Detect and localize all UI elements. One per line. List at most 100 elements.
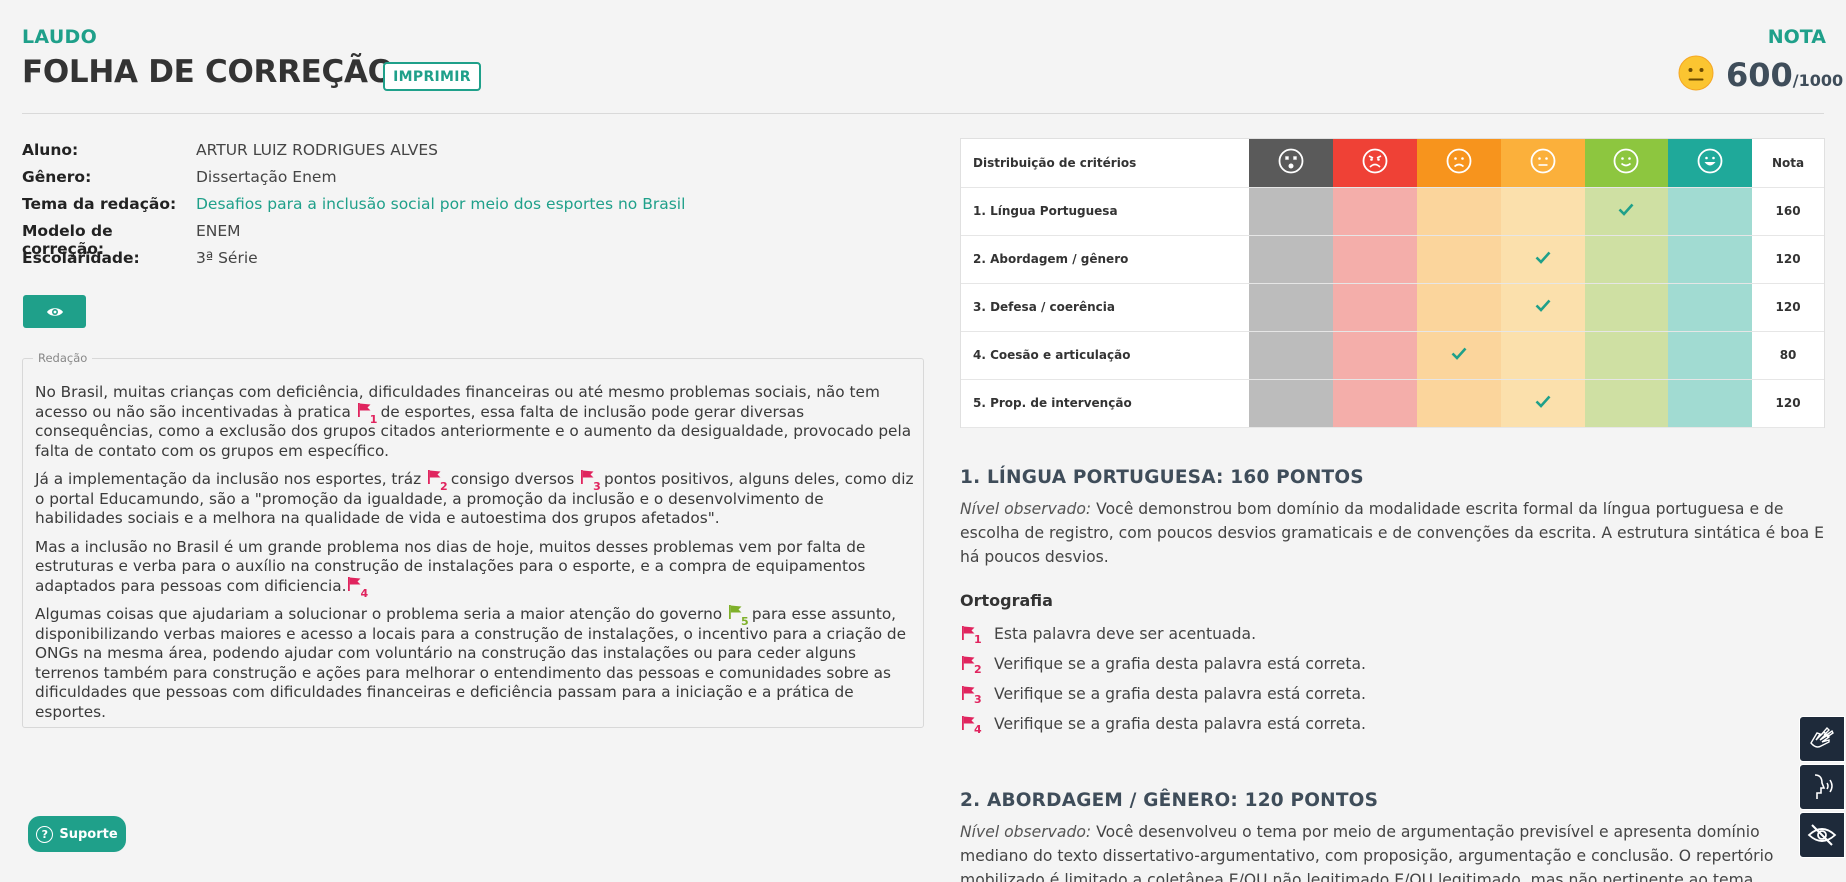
level-cell	[1668, 187, 1753, 236]
flag-number: 5	[741, 615, 749, 628]
list-item[interactable]: 4 Verifique se a grafia desta palavra est…	[960, 709, 1826, 739]
hide-eye-icon	[1807, 824, 1837, 846]
flag-number: 2	[974, 663, 982, 676]
support-button[interactable]: ? Suporte	[28, 816, 126, 852]
check-icon	[1451, 347, 1467, 360]
criteria-score: 160	[1752, 187, 1824, 236]
level-cell	[1668, 331, 1753, 380]
level-cell	[1584, 235, 1669, 284]
contrast-button[interactable]	[1799, 812, 1845, 858]
level-cell	[1584, 379, 1669, 428]
level-cell	[1333, 187, 1417, 236]
error-text: Esta palavra deve ser acentuada.	[994, 625, 1257, 643]
check-icon	[1618, 203, 1634, 216]
level-cell	[1584, 283, 1669, 332]
nota-header: Nota	[1752, 139, 1824, 188]
level-header	[1249, 139, 1334, 188]
dead-face-icon	[1278, 148, 1304, 174]
section-title: 2. ABORDAGEM / GÊNERO: 120 PONTOS	[960, 790, 1379, 811]
section-label: LAUDO	[22, 26, 98, 48]
essay-box: Redação No Brasil, muitas crianças com d…	[22, 351, 924, 731]
info-label: Modelo de correção:	[22, 222, 113, 258]
sign-language-button[interactable]	[1799, 716, 1845, 762]
list-item[interactable]: 1 Esta palavra deve ser acentuada.	[960, 619, 1826, 649]
level-cell	[1249, 235, 1334, 284]
section-text: Nível observado: Você demonstrou bom dom…	[960, 497, 1826, 569]
criteria-row: 5. Prop. de intervenção 120	[961, 379, 1824, 428]
print-button[interactable]: IMPRIMIR	[383, 62, 481, 91]
essay-paragraph: Já a implementação da inclusão nos espor…	[35, 470, 915, 529]
info-row-model: Modelo de correção: ENEM	[22, 222, 685, 258]
support-label: Suporte	[59, 826, 118, 842]
level-cell	[1249, 283, 1334, 332]
level-cell	[1416, 379, 1501, 428]
grade-value: 3ª Série	[196, 249, 258, 267]
sad-face-icon	[1446, 148, 1472, 174]
flag-number: 1	[369, 412, 378, 426]
neutral-face-icon	[1530, 148, 1556, 174]
level-header	[1333, 139, 1417, 188]
level-header	[1500, 139, 1585, 188]
flag-number: 4	[974, 723, 982, 736]
criteria-row: 4. Coesão e articulação 80	[961, 331, 1824, 380]
level-header	[1584, 139, 1669, 188]
flag-icon[interactable]: 1	[356, 402, 377, 426]
level-cell	[1416, 187, 1501, 236]
essay-text-span: Mas a inclusão no Brasil é um grande pro…	[35, 537, 866, 595]
list-item[interactable]: 3 Verifique se a grafia desta palavra est…	[960, 679, 1826, 709]
flag-icon[interactable]: 5	[727, 605, 749, 628]
score-number: 600	[1726, 56, 1793, 94]
audio-speech-icon	[1814, 774, 1833, 799]
flag-number: 1	[974, 633, 982, 646]
flag-icon: 2	[960, 656, 982, 676]
flag-icon: 3	[960, 686, 982, 706]
criteria-score: 120	[1752, 379, 1824, 428]
essay-text-span: Algumas coisas que ajudariam a soluciona…	[35, 605, 723, 623]
level-cell	[1500, 235, 1585, 284]
criteria-name: 3. Defesa / coerência	[961, 283, 1250, 332]
observed-label: Nível observado:	[960, 823, 1092, 841]
flag-icon: 4	[960, 716, 982, 736]
level-cell	[1333, 331, 1417, 380]
header-divider	[22, 113, 1824, 114]
level-cell	[1500, 283, 1585, 332]
feedback-section-2: 2. ABORDAGEM / GÊNERO: 120 PONTOS Nível …	[960, 790, 1826, 882]
student-name: ARTUR LUIZ RODRIGUES ALVES	[196, 141, 439, 159]
essay-text-span: Já a implementação da inclusão nos espor…	[35, 470, 422, 488]
error-list: 1 Esta palavra deve ser acentuada. 2 Verifi…	[960, 619, 1826, 739]
flag-number: 3	[974, 693, 982, 706]
level-cell	[1668, 283, 1753, 332]
info-row-student: Aluno: ARTUR LUIZ RODRIGUES ALVES	[22, 141, 685, 168]
level-cell	[1416, 283, 1501, 332]
student-info: Aluno: ARTUR LUIZ RODRIGUES ALVES Gênero:…	[22, 141, 685, 276]
criteria-name: 5. Prop. de intervenção	[961, 379, 1250, 428]
neutral-face-icon	[1678, 55, 1714, 91]
essay-text: No Brasil, muitas crianças com deficiênc…	[35, 383, 915, 731]
level-cell	[1416, 331, 1501, 380]
view-toggle-button[interactable]	[23, 295, 86, 328]
info-label: Aluno:	[22, 141, 79, 159]
level-cell	[1500, 379, 1585, 428]
criteria-name: 2. Abordagem / gênero	[961, 235, 1250, 284]
observed-label: Nível observado:	[960, 500, 1092, 518]
criteria-score: 80	[1752, 331, 1824, 380]
criteria-score: 120	[1752, 283, 1824, 332]
info-row-grade: Escolaridade: 3ª Série	[22, 249, 685, 276]
audio-button[interactable]	[1799, 764, 1845, 810]
theme-link[interactable]: Desafios para a inclusão social por meio…	[196, 195, 685, 222]
level-cell	[1333, 283, 1417, 332]
section-title: 1. LÍNGUA PORTUGUESA: 160 PONTOS	[960, 467, 1364, 488]
flag-icon[interactable]: 3	[579, 470, 601, 493]
essay-text-span: consigo dversos	[450, 470, 575, 488]
info-label: Tema da redação:	[22, 195, 177, 213]
criteria-row: 1. Língua Portuguesa 160	[961, 187, 1824, 236]
section-text: Nível observado: Você desenvolveu o tema…	[960, 820, 1826, 882]
flag-icon[interactable]: 4	[346, 576, 368, 600]
essay-paragraph: No Brasil, muitas crianças com deficiênc…	[35, 383, 915, 461]
page-title: FOLHA DE CORREÇÃO	[22, 54, 394, 90]
flag-icon[interactable]: 2	[426, 470, 448, 493]
feedback-section-1: 1. LÍNGUA PORTUGUESA: 160 PONTOS Nível o…	[960, 467, 1826, 739]
angry-face-icon	[1362, 148, 1388, 174]
check-icon	[1535, 395, 1551, 408]
list-item[interactable]: 2 Verifique se a grafia desta palavra est…	[960, 649, 1826, 679]
